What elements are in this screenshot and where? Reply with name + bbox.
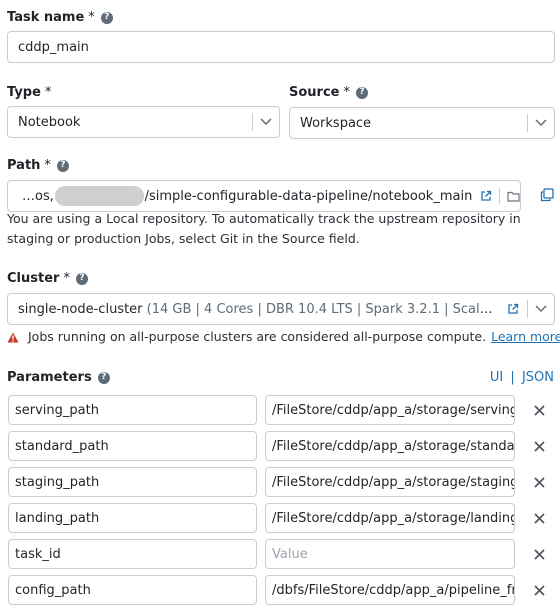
source-select[interactable]: Workspace [289, 107, 555, 139]
param-value-input[interactable]: /FileStore/cddp/app_a/storage/staging [265, 467, 515, 497]
source-label: Source * ? [289, 85, 368, 100]
param-value-input[interactable]: /dbfs/FileStore/cddp/app_a/pipeline_frui… [265, 575, 515, 605]
parameters-label: Parameters ? [7, 370, 110, 385]
param-key-input[interactable]: standard_path [8, 431, 257, 461]
param-key-input[interactable]: serving_path [8, 395, 257, 425]
path-repository-note: You are using a Local repository. To aut… [7, 211, 521, 246]
close-icon[interactable] [531, 546, 547, 562]
param-value-input[interactable]: Value [265, 539, 515, 569]
param-value-input[interactable]: /FileStore/cddp/app_a/storage/serving [265, 395, 515, 425]
warning-triangle-icon [7, 332, 19, 343]
close-icon[interactable] [531, 510, 547, 526]
copy-icon[interactable] [540, 188, 554, 202]
path-label: Path * ? [7, 158, 69, 173]
close-icon[interactable] [531, 402, 547, 418]
redacted-path-segment [54, 186, 144, 206]
param-key-input[interactable]: config_path [8, 575, 257, 605]
question-circle-icon[interactable]: ? [100, 11, 113, 24]
type-select[interactable]: Notebook [7, 106, 280, 138]
chevron-down-icon [253, 118, 279, 126]
cluster-label: Cluster * ? [7, 271, 88, 286]
close-icon[interactable] [531, 474, 547, 490]
close-icon[interactable] [531, 582, 547, 598]
question-circle-icon[interactable]: ? [75, 272, 88, 285]
folder-icon[interactable] [507, 191, 520, 202]
external-link-icon[interactable] [480, 190, 492, 202]
question-circle-icon[interactable]: ? [97, 371, 110, 384]
question-circle-icon[interactable]: ? [355, 86, 368, 99]
path-input[interactable]: …os, /simple-configurable-data-pipeline/… [7, 180, 521, 212]
param-key-input[interactable]: staging_path [8, 467, 257, 497]
ui-view-link[interactable]: UI [490, 370, 503, 385]
cluster-warning: Jobs running on all-purpose clusters are… [7, 327, 560, 347]
param-value-input[interactable]: /FileStore/cddp/app_a/storage/landing [265, 503, 515, 533]
param-key-input[interactable]: task_id [8, 539, 257, 569]
task-name-input[interactable]: cddp_main [7, 31, 555, 63]
param-value-input[interactable]: /FileStore/cddp/app_a/storage/standard [265, 431, 515, 461]
learn-more-link[interactable]: Learn more [491, 327, 560, 347]
param-key-input[interactable]: landing_path [8, 503, 257, 533]
chevron-down-icon [528, 305, 554, 313]
type-label: Type * [7, 85, 52, 100]
close-icon[interactable] [531, 438, 547, 454]
json-view-link[interactable]: JSON [522, 370, 554, 385]
question-circle-icon[interactable]: ? [56, 159, 69, 172]
chevron-down-icon [528, 119, 554, 127]
external-link-icon[interactable] [507, 303, 519, 315]
task-name-label: Task name * ? [7, 10, 113, 25]
cluster-select[interactable]: single-node-cluster (14 GB | 4 Cores | D… [7, 293, 555, 325]
parameters-view-toggle: UI | JSON [489, 370, 554, 385]
